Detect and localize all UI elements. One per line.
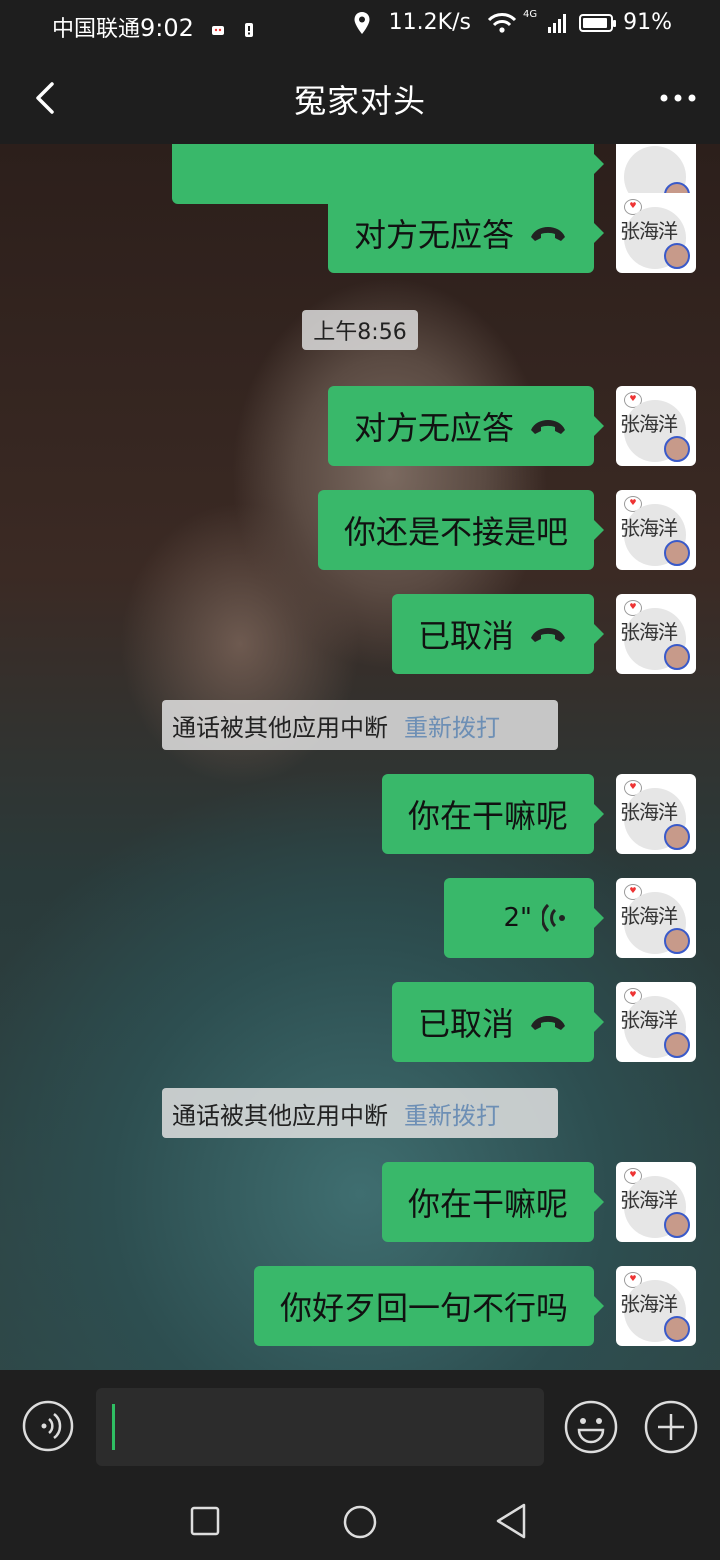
text-message-bubble[interactable]: 你在干嘛呢: [381, 774, 605, 854]
recent-apps-icon[interactable]: [190, 1506, 220, 1536]
avatar[interactable]: ♥ 张海洋: [616, 774, 696, 854]
timestamp: 上午8:56: [302, 310, 418, 350]
phone-hangup-icon: [531, 1016, 565, 1030]
back-triangle-icon[interactable]: [494, 1502, 528, 1540]
voice-wave-icon: [542, 903, 565, 933]
system-message-text: 通话被其他应用中断: [172, 713, 388, 742]
message-text: 你好歹回一句不行吗: [279, 1289, 568, 1327]
status-left: 中国联通9:02: [52, 11, 256, 43]
avatar[interactable]: ♥ 张海洋: [616, 490, 696, 570]
redial-link[interactable]: 重新拨打: [404, 1096, 500, 1131]
chat-title: 冤家对头: [293, 82, 426, 120]
avatar-signature: 张海洋: [620, 1188, 678, 1212]
avatar[interactable]: ♥ 张海洋: [616, 594, 696, 674]
phone-hangup-icon: [531, 628, 565, 642]
avatar[interactable]: ♥ 张海洋: [616, 193, 696, 273]
notification-icon: [211, 26, 224, 35]
network-speed: 11.2K/s: [388, 10, 471, 35]
text-message-bubble[interactable]: 你还是不接是吧: [317, 490, 605, 570]
text-message-bubble[interactable]: 你在干嘛呢: [381, 1162, 605, 1242]
text-cursor: [112, 1404, 115, 1450]
avatar-face: [664, 1032, 690, 1058]
voice-message-bubble[interactable]: 2": [444, 878, 604, 958]
redial-link[interactable]: 重新拨打: [404, 708, 500, 743]
message-text: 对方无应答: [353, 409, 514, 447]
battery-icon: [579, 13, 617, 32]
message-input[interactable]: [96, 1388, 544, 1466]
system-message: 通话被其他应用中断 重新拨打: [162, 700, 558, 750]
message-text: 你在干嘛呢: [407, 1185, 568, 1223]
avatar-signature: 张海洋: [620, 412, 678, 436]
message-text: 你还是不接是吧: [343, 513, 568, 551]
call-message-bubble[interactable]: 已取消: [391, 982, 605, 1062]
status-bar: 中国联通9:02 11.2K/s 4G 91%: [0, 0, 720, 52]
system-message-text: 通话被其他应用中断: [172, 1101, 388, 1130]
voice-duration: 2": [503, 903, 532, 933]
phone-hangup-icon: [531, 227, 565, 241]
avatar-face: [664, 243, 690, 269]
input-bar: [0, 1370, 720, 1482]
avatar-signature: 张海洋: [620, 1292, 678, 1316]
avatar-face: [664, 540, 690, 566]
voice-icon[interactable]: [22, 1400, 74, 1452]
message-text: 已取消: [417, 1005, 514, 1043]
emoji-icon[interactable]: [564, 1400, 618, 1454]
more-dots-icon[interactable]: [658, 78, 698, 118]
message-text: 已取消: [417, 617, 514, 655]
avatar-face: [664, 1212, 690, 1238]
avatar-signature: 张海洋: [620, 219, 678, 243]
alert-icon: [244, 23, 253, 37]
phone-hangup-icon: [531, 420, 565, 434]
avatar-signature: 张海洋: [620, 1008, 678, 1032]
avatar[interactable]: ♥ 张海洋: [616, 982, 696, 1062]
system-nav-bar: [0, 1482, 720, 1560]
avatar-face: [664, 824, 690, 850]
avatar-face: [664, 1316, 690, 1342]
call-message-bubble[interactable]: 对方无应答: [327, 386, 605, 466]
message-text: 对方无应答: [353, 216, 514, 254]
carrier-name: 中国联通: [52, 17, 141, 42]
home-icon[interactable]: [342, 1504, 378, 1540]
chat-header: 冤家对头: [0, 52, 720, 144]
battery-percent: 91%: [623, 10, 672, 35]
location-icon: [354, 11, 370, 34]
text-message-bubble[interactable]: 你好歹回一句不行吗: [253, 1266, 605, 1346]
wifi-icon: [487, 12, 517, 33]
avatar[interactable]: ♥ 张海洋: [616, 386, 696, 466]
avatar-face: [664, 644, 690, 670]
avatar-signature: 张海洋: [620, 800, 678, 824]
signal-icon: [548, 13, 567, 33]
avatar-signature: 张海洋: [620, 620, 678, 644]
avatar[interactable]: ♥ 张海洋: [616, 878, 696, 958]
status-time: 9:02: [140, 14, 194, 42]
network-type: 4G: [522, 9, 538, 20]
avatar-face: [664, 928, 690, 954]
avatar[interactable]: ♥ 张海洋: [616, 1266, 696, 1346]
message-text: 你在干嘛呢: [407, 797, 568, 835]
call-message-bubble[interactable]: 对方无应答: [327, 193, 605, 273]
avatar-signature: 张海洋: [620, 904, 678, 928]
system-message: 通话被其他应用中断 重新拨打: [162, 1088, 558, 1138]
status-right: 11.2K/s 4G 91%: [353, 9, 672, 35]
avatar-signature: 张海洋: [620, 516, 678, 540]
avatar[interactable]: ♥ 张海洋: [616, 1162, 696, 1242]
plus-icon[interactable]: [644, 1400, 698, 1454]
avatar-face: [664, 436, 690, 462]
call-message-bubble[interactable]: 已取消: [391, 594, 605, 674]
chat-area[interactable]: 对方无应答 ♥ 张海洋 上午8:56 对方无应答 ♥ 张海洋 你还是不接是吧 ♥ 张海…: [0, 144, 720, 1370]
